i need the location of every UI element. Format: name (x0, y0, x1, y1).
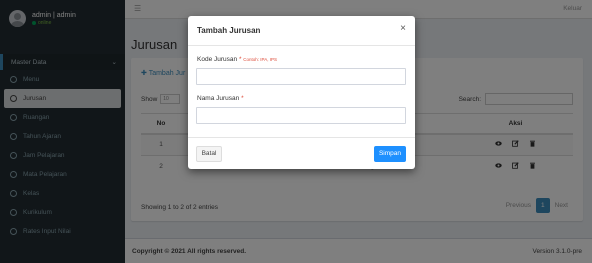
tambah-jurusan-modal: Tambah Jurusan × Kode Jurusan * Contoh: … (188, 16, 415, 169)
modal-footer: Batal Simpan (188, 137, 415, 169)
modal-title: Tambah Jurusan (197, 26, 261, 35)
nama-jurusan-label: Nama Jurusan * (197, 95, 244, 102)
save-button[interactable]: Simpan (374, 146, 406, 162)
kode-jurusan-input[interactable] (196, 68, 406, 85)
required-mark: * (238, 56, 242, 63)
kode-hint: Contoh: IPA, IPS (243, 57, 277, 62)
nama-jurusan-input[interactable] (196, 107, 406, 124)
nama-label-text: Nama Jurusan (197, 95, 240, 102)
kode-label-text: Kode Jurusan (197, 56, 238, 63)
required-mark: * (241, 95, 244, 102)
modal-header: Tambah Jurusan × (188, 16, 415, 46)
close-icon[interactable]: × (400, 24, 406, 34)
kode-jurusan-label: Kode Jurusan * Contoh: IPA, IPS (197, 56, 277, 63)
cancel-button[interactable]: Batal (196, 146, 222, 162)
